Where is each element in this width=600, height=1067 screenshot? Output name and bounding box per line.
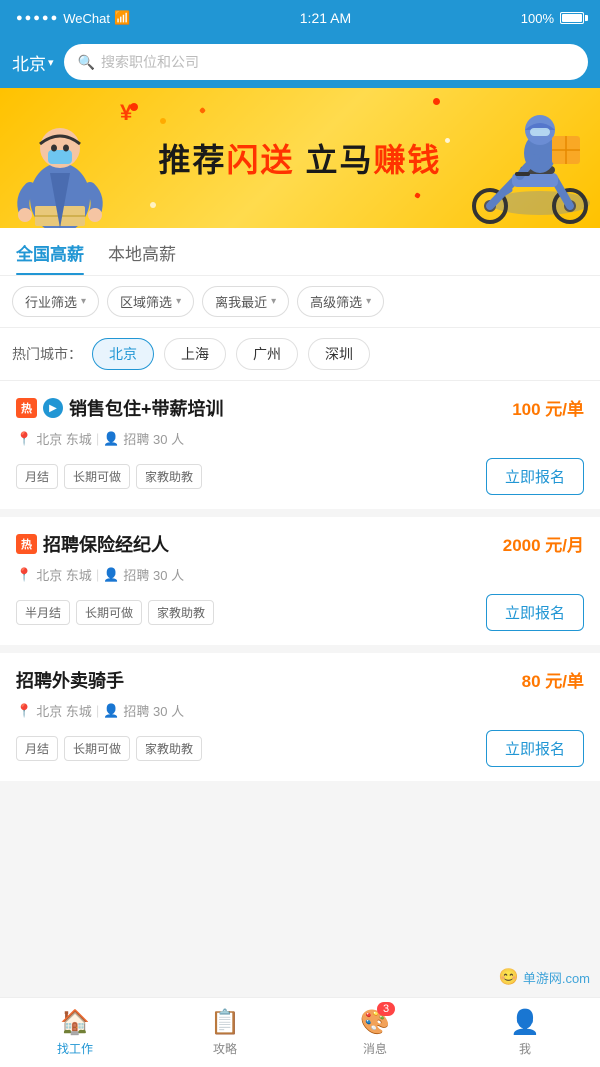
job-list: 热 ▶ 销售包住+带薪培训 100 元/单 📍 北京 东城 | 👤 招聘 30 … [0,381,600,869]
tag-1-0: 月结 [16,464,58,489]
nav-find-work-label: 找工作 [57,1040,93,1057]
tag-2-0: 半月结 [16,600,70,625]
filter-industry-caret-icon: ▾ [81,296,86,307]
tab-local[interactable]: 本地高薪 [108,240,176,275]
tab-national[interactable]: 全国高薪 [16,240,84,275]
city-selector[interactable]: 北京 ▾ [12,50,54,75]
message-badge: 3 [377,1002,395,1016]
apply-button-2[interactable]: 立即报名 [486,594,584,631]
location-icon-1: 📍 [16,431,32,447]
tag-3-2: 家教助教 [136,736,202,761]
city-guangzhou[interactable]: 广州 [236,338,298,370]
banner: ¥ 推荐闪送 立 [0,88,600,228]
city-beijing[interactable]: 北京 [92,338,154,370]
search-icon: 🔍 [78,54,95,71]
filter-advanced-caret-icon: ▾ [366,296,371,307]
filter-nearby[interactable]: 离我最近 ▾ [202,286,289,317]
nav-strategy-label: 攻略 [213,1040,237,1057]
status-left: ●●●●● WeChat 📶 [16,10,130,26]
hiring-icon-2: 👤 [103,567,119,583]
watermark-text: 单游网.com [523,968,590,987]
status-time: 1:21 AM [300,10,351,26]
watermark-icon: 😊 [499,967,519,987]
battery-percent: 100% [521,11,554,26]
watermark: 😊 单游网.com [499,967,590,987]
tag-3-1: 长期可做 [64,736,130,761]
tag-3-0: 月结 [16,736,58,761]
tab-bar: 全国高薪 本地高薪 [0,228,600,276]
city-shanghai[interactable]: 上海 [164,338,226,370]
job-card-2: 热 招聘保险经纪人 2000 元/月 📍 北京 东城 | 👤 招聘 30 人 半… [0,517,600,645]
job-salary-1: 100 元/单 [512,395,584,420]
apply-button-3[interactable]: 立即报名 [486,730,584,767]
filter-industry[interactable]: 行业筛选 ▾ [12,286,99,317]
location-icon-2: 📍 [16,567,32,583]
book-icon: 📋 [210,1008,240,1037]
job-tags-3: 月结 长期可做 家教助教 [16,736,202,761]
job-tags-1: 月结 长期可做 家教助教 [16,464,202,489]
job-title-2: 招聘保险经纪人 [43,531,169,557]
filter-nearby-caret-icon: ▾ [271,296,276,307]
job-card-3: 招聘外卖骑手 80 元/单 📍 北京 东城 | 👤 招聘 30 人 月结 长期可… [0,653,600,781]
nav-profile-label: 我 [519,1040,531,1057]
job-card-1: 热 ▶ 销售包住+带薪培训 100 元/单 📍 北京 东城 | 👤 招聘 30 … [0,381,600,509]
search-bar[interactable]: 🔍 搜索职位和公司 [64,44,588,80]
job-title-1: 销售包住+带薪培训 [69,395,224,421]
carrier-label: WeChat [63,11,110,26]
hot-badge-1: 热 [16,398,37,418]
video-badge-1: ▶ [43,398,63,418]
nav-strategy[interactable]: 📋 攻略 [150,998,300,1067]
header: 北京 ▾ 🔍 搜索职位和公司 [0,36,600,88]
job-hiring-1: 招聘 30 人 [123,429,184,448]
job-salary-2: 2000 元/月 [503,531,584,556]
hot-badge-2: 热 [16,534,37,554]
filter-area[interactable]: 区域筛选 ▾ [107,286,194,317]
hiring-icon-3: 👤 [103,703,119,719]
nav-profile[interactable]: 👤 我 [450,998,600,1067]
city-shenzhen[interactable]: 深圳 [308,338,370,370]
tag-1-1: 长期可做 [64,464,130,489]
city-caret-icon: ▾ [48,56,54,69]
user-icon: 👤 [510,1008,540,1037]
battery-icon [560,12,584,24]
signal-dots: ●●●●● [16,12,59,24]
filter-bar: 行业筛选 ▾ 区域筛选 ▾ 离我最近 ▾ 高级筛选 ▾ [0,276,600,328]
search-placeholder: 搜索职位和公司 [101,52,199,72]
job-title-3: 招聘外卖骑手 [16,667,124,693]
tag-2-1: 长期可做 [76,600,142,625]
hot-cities-label: 热门城市： [12,344,82,364]
hot-cities-bar: 热门城市： 北京 上海 广州 深圳 [0,328,600,381]
wifi-icon: 📶 [114,10,130,26]
nav-message-label: 消息 [363,1040,387,1057]
home-icon: 🏠 [60,1008,90,1037]
nav-find-work[interactable]: 🏠 找工作 [0,998,150,1067]
tag-1-2: 家教助教 [136,464,202,489]
filter-advanced[interactable]: 高级筛选 ▾ [297,286,384,317]
nav-message[interactable]: 3 🎨 消息 [300,998,450,1067]
status-right: 100% [521,11,584,26]
job-tags-2: 半月结 长期可做 家教助教 [16,600,214,625]
job-salary-3: 80 元/单 [522,667,584,692]
banner-figure-right [460,108,600,228]
banner-text: 推荐闪送 立马赚钱 [159,135,442,181]
hiring-icon-1: 👤 [103,431,119,447]
bottom-nav: 🏠 找工作 📋 攻略 3 🎨 消息 👤 我 [0,997,600,1067]
tag-2-2: 家教助教 [148,600,214,625]
apply-button-1[interactable]: 立即报名 [486,458,584,495]
job-location-2: 北京 东城 [36,565,92,584]
job-hiring-2: 招聘 30 人 [123,565,184,584]
job-location-3: 北京 东城 [36,701,92,720]
job-location-1: 北京 东城 [36,429,92,448]
banner-figure-left [0,98,120,228]
status-bar: ●●●●● WeChat 📶 1:21 AM 100% [0,0,600,36]
job-hiring-3: 招聘 30 人 [123,701,184,720]
city-name: 北京 [12,50,46,75]
location-icon-3: 📍 [16,703,32,719]
filter-area-caret-icon: ▾ [176,296,181,307]
